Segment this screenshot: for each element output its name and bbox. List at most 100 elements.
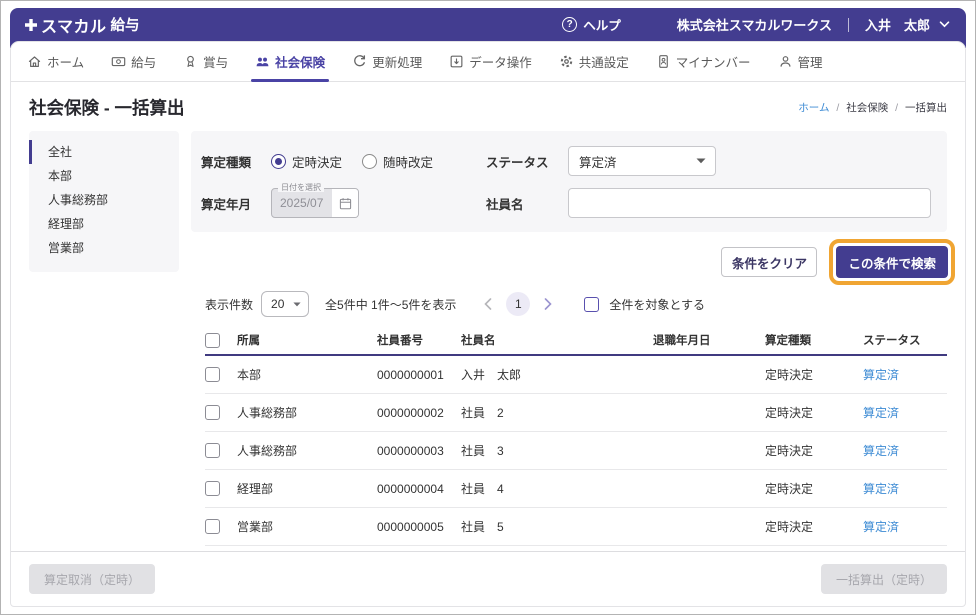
row-checkbox[interactable] [205,443,220,458]
clear-conditions-button[interactable]: 条件をクリア [721,247,817,277]
nav-item-salary[interactable]: 給与 [111,42,156,81]
radio-option-zuiji: 随時改定 [362,152,433,171]
header-retirement-date: 退職年月日 [653,332,765,348]
header-status: ステータス [863,332,947,348]
bulk-calculation-button[interactable]: 一括算出（定時） [821,564,947,594]
app-window: スマカル 給与 ? ヘルプ 株式会社スマカルワークス 入井 太郎 ホーム [0,0,976,615]
breadcrumb: ホーム / 社会保険 / 一括算出 [798,100,947,115]
breadcrumb-separator: / [895,102,898,114]
per-page-value: 20 [271,297,284,311]
nav-item-bonus[interactable]: 賞与 [183,42,228,81]
status-select[interactable]: 算定済 [568,146,716,176]
my-number-icon [656,54,671,69]
cell-status-link[interactable]: 算定済 [863,480,947,497]
chevron-right-icon [544,298,552,310]
company-name: 株式会社スマカルワークス [677,15,832,34]
row-checkbox[interactable] [205,367,220,382]
nav-item-social-insurance[interactable]: 社会保険 [255,42,325,81]
cell-department: 営業部 [237,518,377,535]
result-range-text: 全5件中 1件〜5件を表示 [325,296,456,313]
employee-name-label: 社員名 [486,194,568,213]
content-card: ホーム 給与 賞与 社会保険 更新処理 データ操作 [10,41,966,607]
sidebar-item-sales[interactable]: 営業部 [29,236,179,260]
sidebar-item-headquarters[interactable]: 本部 [29,164,179,188]
search-button[interactable]: この条件で検索 [836,246,948,278]
sidebar-item-all-company[interactable]: 全社 [29,140,179,164]
per-page-label: 表示件数 [205,296,253,313]
user-name: 入井 太郎 [865,15,930,34]
sidebar-item-accounting[interactable]: 経理部 [29,212,179,236]
breadcrumb-section: 社会保険 [846,102,888,114]
cell-department: 人事総務部 [237,404,377,421]
radio-label: 随時改定 [383,152,433,171]
nav-label: データ操作 [469,52,532,71]
nav-label: ホーム [47,52,84,71]
cell-department: 経理部 [237,480,377,497]
breadcrumb-home[interactable]: ホーム [798,102,829,114]
pagination-prev-button[interactable] [484,298,492,310]
per-page-select[interactable]: 20 [261,291,309,317]
cell-employee-name: 社員 5 [461,518,653,535]
department-sidebar: 全社 本部 人事総務部 経理部 営業部 [29,131,179,272]
radio-label: 定時決定 [292,152,342,171]
status-label: ステータス [486,152,568,171]
calendar-icon [339,197,352,210]
app-logo[interactable]: スマカル 給与 [24,13,140,37]
chevron-left-icon [484,298,492,310]
table-row: 本部 0000000001 入井 太郎 定時決定 算定済 [205,356,947,394]
nav-item-admin[interactable]: 管理 [778,42,823,81]
radio-teiji-kettei[interactable] [271,154,286,169]
breadcrumb-separator: / [836,102,839,114]
page-title: 社会保険 - 一括算出 [29,95,185,120]
cell-employee-no: 0000000005 [377,520,461,534]
calc-month-value: 2025/07 [272,189,332,217]
row-checkbox[interactable] [205,481,220,496]
search-button-highlight: この条件で検索 [829,239,955,285]
status-select-value: 算定済 [579,152,617,171]
radio-option-teiji: 定時決定 [271,152,342,171]
bonus-icon [183,54,198,69]
cell-department: 本部 [237,366,377,383]
table-row: 経理部 0000000004 社員 4 定時決定 算定済 [205,470,947,508]
select-all-records-checkbox[interactable] [584,297,599,312]
nav-item-common-settings[interactable]: 共通設定 [559,42,629,81]
table-header-row: 所属 社員番号 社員名 退職年月日 算定種類 ステータス [205,326,947,356]
date-picker-floating-label: 日付を選択 [278,183,324,192]
nav-item-data-operation[interactable]: データ操作 [449,42,532,81]
cell-status-link[interactable]: 算定済 [863,442,947,459]
cell-status-link[interactable]: 算定済 [863,366,947,383]
user-menu[interactable]: 入井 太郎 [865,15,950,34]
row-checkbox[interactable] [205,405,220,420]
cell-status-link[interactable]: 算定済 [863,518,947,535]
header-calc-type: 算定種類 [765,332,863,348]
employee-name-input[interactable] [568,188,931,218]
table-row: 人事総務部 0000000002 社員 2 定時決定 算定済 [205,394,947,432]
nav-item-my-number[interactable]: マイナンバー [656,42,751,81]
sidebar-item-hr-general-affairs[interactable]: 人事総務部 [29,188,179,212]
cell-employee-no: 0000000004 [377,482,461,496]
nav-item-home[interactable]: ホーム [27,42,84,81]
cell-employee-name: 社員 4 [461,480,653,497]
calc-month-label: 算定年月 [201,194,271,213]
cell-status-link[interactable]: 算定済 [863,404,947,421]
header-divider [848,18,849,32]
employee-table: 所属 社員番号 社員名 退職年月日 算定種類 ステータス 本部 00000000… [205,326,947,546]
pagination-page-1[interactable]: 1 [506,292,530,316]
row-checkbox[interactable] [205,519,220,534]
refresh-icon [352,54,367,69]
select-all-rows-checkbox[interactable] [205,333,220,348]
data-operation-icon [449,54,464,69]
radio-zuiji-kaitei[interactable] [362,154,377,169]
settings-gear-icon [559,54,574,69]
cell-calc-type: 定時決定 [765,518,863,535]
nav-item-update[interactable]: 更新処理 [352,42,422,81]
cell-calc-type: 定時決定 [765,404,863,421]
home-icon [27,54,42,69]
calendar-button[interactable] [332,189,358,217]
salary-icon [111,54,126,69]
select-all-records-label: 全件を対象とする [609,296,705,313]
help-button[interactable]: ? ヘルプ [562,15,621,34]
pagination-next-button[interactable] [544,298,552,310]
cancel-calculation-button[interactable]: 算定取消（定時） [29,564,155,594]
cell-employee-no: 0000000001 [377,368,461,382]
